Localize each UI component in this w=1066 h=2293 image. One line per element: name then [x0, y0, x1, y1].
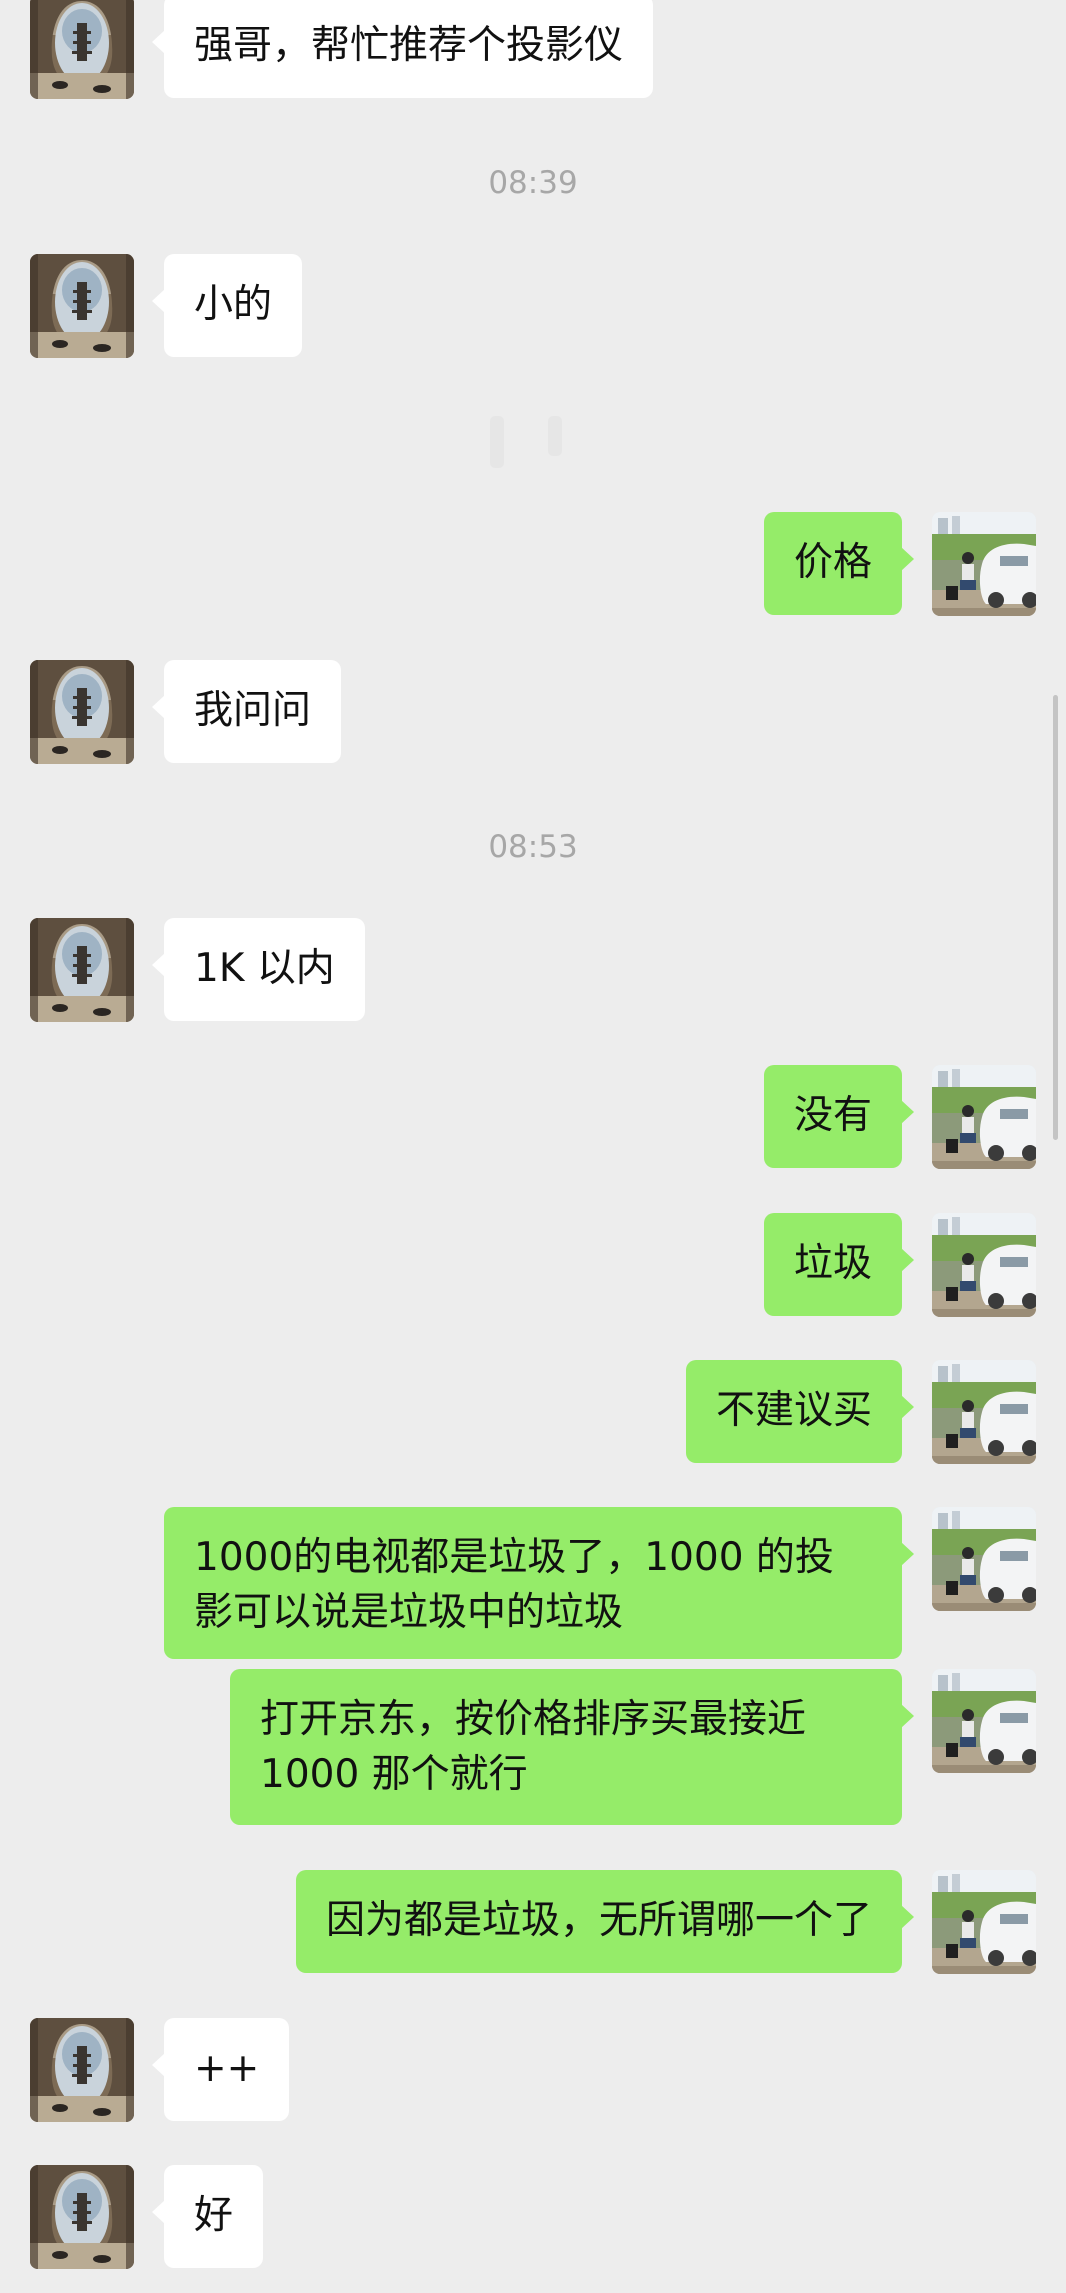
contact-avatar[interactable]: [30, 2165, 134, 2269]
message-text: 不建议买: [715, 1388, 872, 1433]
scrollbar[interactable]: [1053, 695, 1058, 1140]
self-avatar[interactable]: [932, 1213, 1036, 1317]
contact-avatar[interactable]: [30, 254, 134, 358]
message-bubble-incoming[interactable]: 1K 以内: [152, 918, 365, 1021]
contact-avatar[interactable]: [30, 0, 134, 99]
contact-avatar[interactable]: [30, 2018, 134, 2122]
contact-avatar[interactable]: [30, 660, 134, 764]
message-bubble-outgoing[interactable]: 没有: [763, 1065, 915, 1168]
timestamp: 08:53: [488, 829, 578, 865]
message-bubble-incoming[interactable]: 我问问: [151, 660, 342, 763]
message-text: 价格: [793, 540, 872, 585]
message-bubble-outgoing[interactable]: 1000的电视都是垃圾了，1000 的投影可以说是垃圾中的垃圾: [164, 1507, 914, 1659]
message-text: 好: [194, 2193, 234, 2238]
message-text: 没有: [793, 1093, 872, 1138]
timestamp: 08:39: [488, 165, 578, 201]
message-bubble-outgoing[interactable]: 打开京东，按价格排序买最接近 1000 那个就行: [230, 1669, 914, 1825]
message-text: 我问问: [194, 688, 312, 733]
message-text: 垃圾: [793, 1241, 872, 1286]
message-bubble-incoming[interactable]: 好: [151, 2165, 264, 2268]
self-avatar[interactable]: [932, 1870, 1036, 1974]
message-text: 打开京东，按价格排序买最接近 1000 那个就行: [260, 1697, 807, 1797]
message-text: ++: [194, 2046, 260, 2091]
self-avatar[interactable]: [932, 1360, 1036, 1464]
message-text: 小的: [194, 282, 273, 327]
self-avatar[interactable]: [932, 1669, 1036, 1773]
faint-watermark: [490, 416, 562, 468]
message-text: 1000的电视都是垃圾了，1000 的投影可以说是垃圾中的垃圾: [194, 1535, 834, 1635]
message-text: 因为都是垃圾，无所谓哪一个了: [325, 1898, 872, 1943]
contact-avatar[interactable]: [30, 918, 134, 1022]
message-text: 1K 以内: [194, 946, 335, 991]
self-avatar[interactable]: [932, 512, 1036, 616]
message-bubble-outgoing[interactable]: 垃圾: [763, 1213, 915, 1316]
message-bubble-incoming[interactable]: ++: [151, 2018, 290, 2121]
chat-message-list[interactable]: 强哥，帮忙推荐个投影仪 08:39 小的 价格 我问问 08:53 1K 以内: [0, 0, 1066, 2293]
self-avatar[interactable]: [932, 1065, 1036, 1169]
message-bubble-outgoing[interactable]: 因为都是垃圾，无所谓哪一个了: [295, 1870, 915, 1973]
message-bubble-outgoing[interactable]: 不建议买: [685, 1360, 915, 1463]
message-bubble-outgoing[interactable]: 价格: [763, 512, 915, 615]
message-text: 强哥，帮忙推荐个投影仪: [194, 23, 624, 68]
self-avatar[interactable]: [932, 1507, 1036, 1611]
message-bubble-incoming[interactable]: 小的: [151, 254, 303, 357]
message-bubble-incoming[interactable]: 强哥，帮忙推荐个投影仪: [151, 0, 654, 98]
